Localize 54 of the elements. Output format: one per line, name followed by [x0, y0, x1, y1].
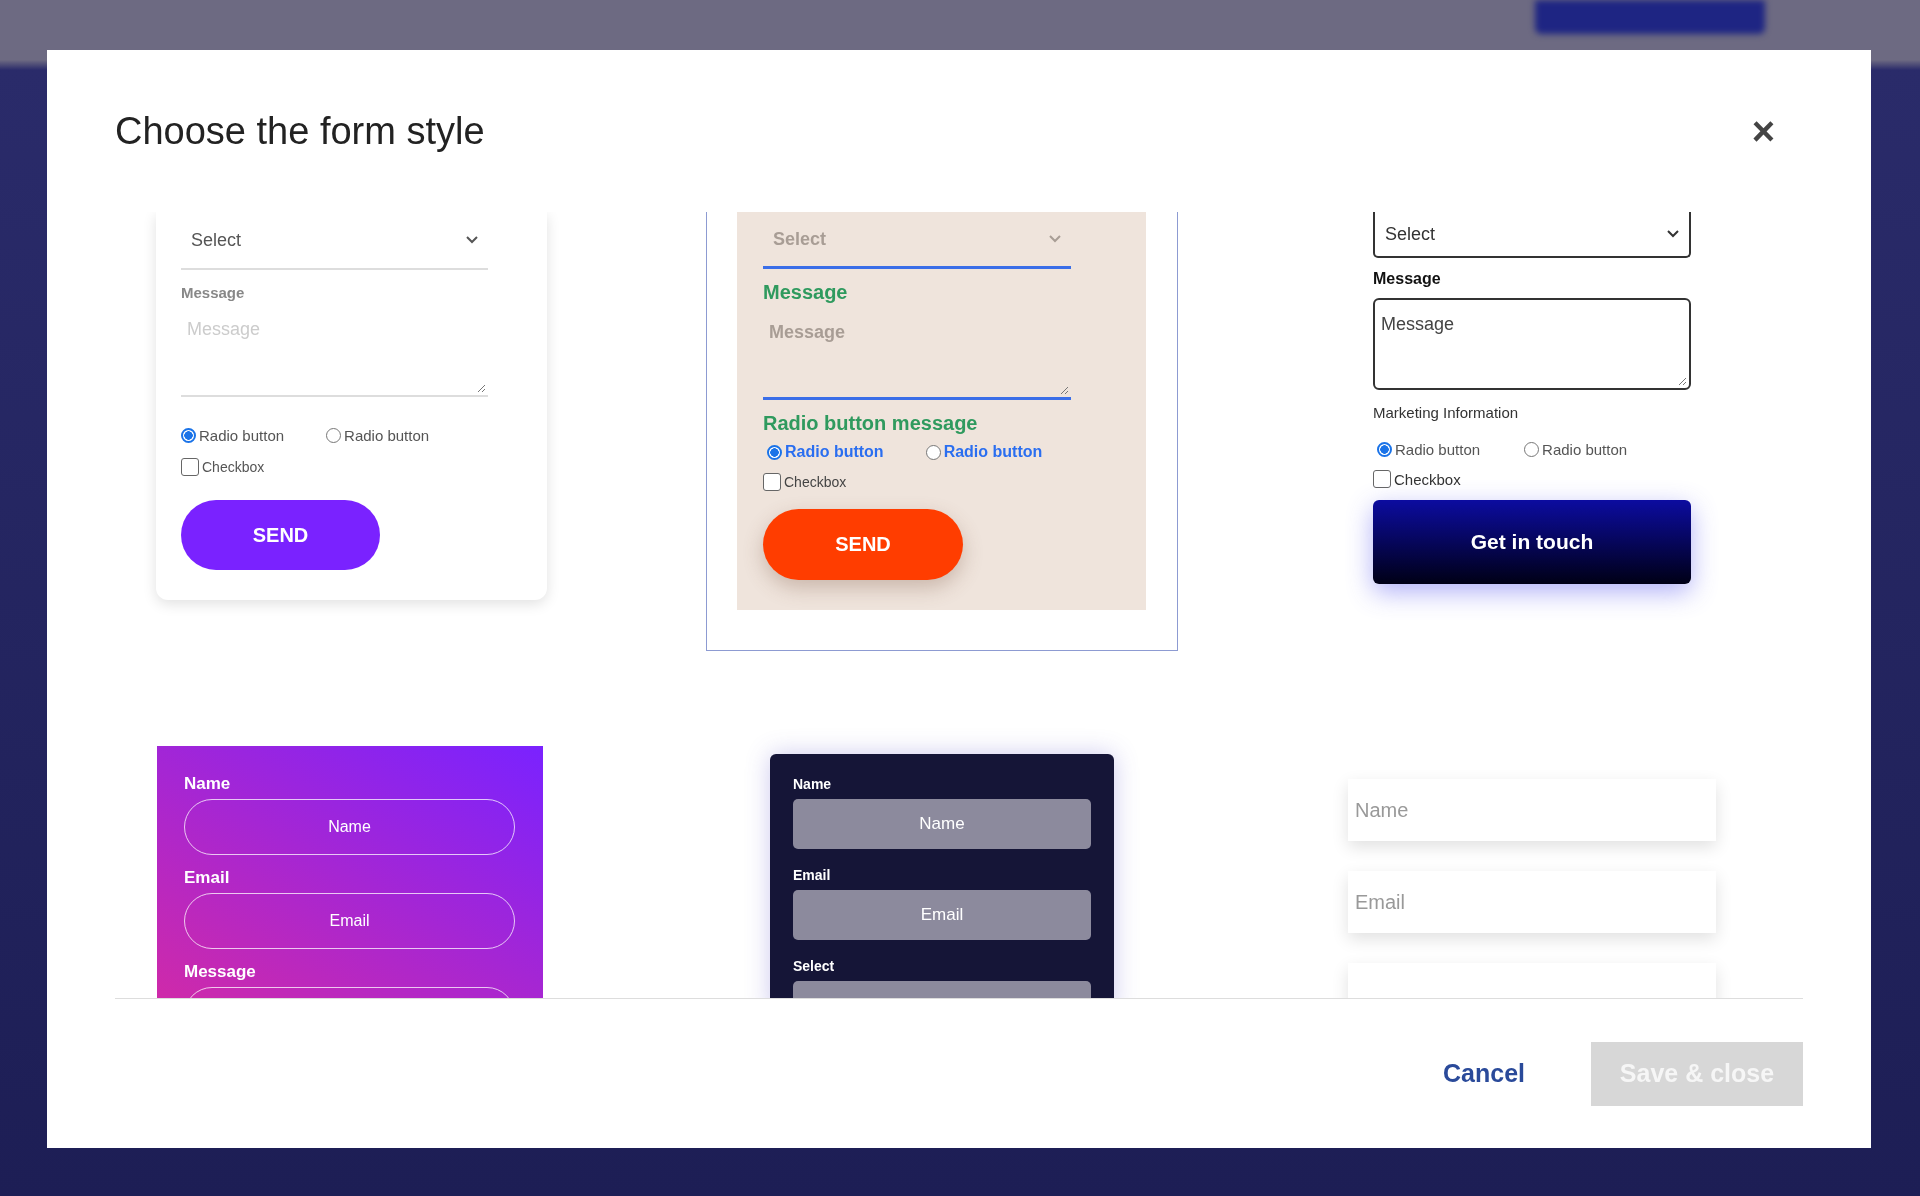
radio-button[interactable] [925, 444, 941, 460]
checkbox[interactable] [763, 473, 781, 491]
checkbox-label: Checkbox [202, 459, 265, 475]
field-label: Radio button message [763, 412, 979, 435]
input-field[interactable]: Email [793, 890, 1091, 940]
resize-grip-icon [476, 383, 486, 393]
radio-label: Radio button [943, 443, 1043, 461]
field-label: Select [793, 958, 836, 974]
select-field[interactable]: Select [1373, 212, 1691, 258]
input-field[interactable]: Email [1348, 871, 1716, 933]
submit-button[interactable]: Get in touch [1373, 500, 1691, 584]
field-label: Message [1373, 270, 1442, 288]
close-button[interactable]: × [1751, 111, 1803, 151]
input-field[interactable]: Name [793, 799, 1091, 849]
section-label: Marketing Information [1373, 404, 1520, 421]
radio-label: Radio button [785, 443, 884, 461]
form-card[interactable]: Name Name Email Email Select [770, 754, 1114, 998]
field-label: Message [763, 281, 849, 304]
radio-button[interactable] [181, 428, 196, 443]
input-field[interactable]: Name [1348, 779, 1716, 841]
radio-button[interactable] [767, 444, 782, 460]
radio-label: Radio button [1395, 441, 1481, 458]
dialog-title: Choose the form style [115, 109, 485, 153]
radio-label: Radio button [1542, 441, 1628, 458]
radio-button[interactable] [1524, 442, 1540, 457]
checkbox[interactable] [181, 458, 199, 476]
checkbox-label: Checkbox [784, 474, 847, 490]
submit-button[interactable]: SEND [763, 509, 963, 580]
field-label: Message [181, 284, 246, 301]
field-label: Message [184, 962, 257, 982]
selection-frame[interactable]: Select Message Message Radio button message Radio button Radio button Checkbox SEND [706, 212, 1178, 651]
chevron-icon [1049, 235, 1061, 243]
checkbox-label: Checkbox [1394, 470, 1461, 488]
field-label: Name [184, 774, 232, 794]
resize-grip-icon [1677, 376, 1687, 386]
checkbox[interactable] [1373, 470, 1391, 488]
radio-label: Radio button [199, 427, 285, 444]
form-card[interactable]: Name Name Email Email Message [157, 746, 543, 998]
form-card[interactable]: Select Message Message Marketing Information Radio button Radio button Checkbox Get in touch [1373, 212, 1691, 596]
radio-button[interactable] [326, 428, 342, 443]
radio-label: Radio button [344, 427, 430, 444]
form-card[interactable]: Name Email [1348, 779, 1716, 998]
submit-button[interactable]: SEND [181, 500, 380, 570]
resize-grip-icon [1059, 385, 1069, 395]
field-label: Email [184, 868, 231, 888]
field-label: Name [793, 776, 833, 792]
field-label: Email [793, 867, 832, 883]
select-field[interactable]: Select [181, 212, 488, 270]
message-field[interactable]: Message [1373, 298, 1691, 390]
form-card[interactable]: Select Message Message Radio button message Radio button Radio button Checkbox SEND [737, 212, 1146, 610]
radio-button[interactable] [1377, 442, 1392, 457]
chevron-icon [1667, 230, 1679, 238]
chevron-icon [466, 236, 478, 244]
cancel-button[interactable]: Cancel [1437, 1058, 1531, 1089]
